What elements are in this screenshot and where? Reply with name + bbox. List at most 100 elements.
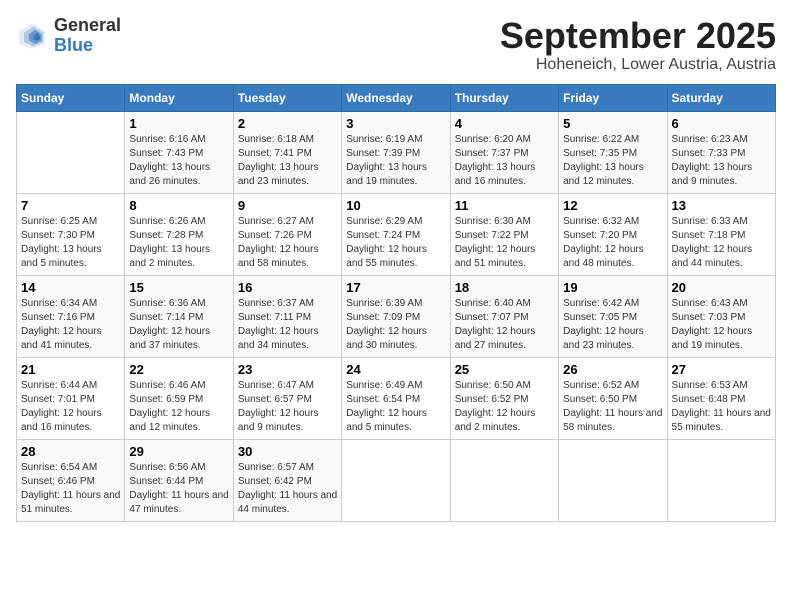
day-info: Sunrise: 6:16 AM Sunset: 7:43 PM Dayligh… bbox=[129, 133, 228, 189]
day-number: 28 bbox=[21, 444, 120, 459]
day-number: 30 bbox=[238, 444, 337, 459]
calendar-cell: 21 Sunrise: 6:44 AM Sunset: 7:01 PM Dayli… bbox=[17, 357, 125, 439]
day-number: 26 bbox=[563, 362, 662, 377]
day-info: Sunrise: 6:32 AM Sunset: 7:20 PM Dayligh… bbox=[563, 215, 662, 271]
day-info: Sunrise: 6:54 AM Sunset: 6:46 PM Dayligh… bbox=[21, 461, 120, 517]
calendar-cell bbox=[17, 111, 125, 193]
day-info: Sunrise: 6:52 AM Sunset: 6:50 PM Dayligh… bbox=[563, 379, 662, 435]
calendar-cell: 14 Sunrise: 6:34 AM Sunset: 7:16 PM Dayli… bbox=[17, 275, 125, 357]
day-info: Sunrise: 6:37 AM Sunset: 7:11 PM Dayligh… bbox=[238, 297, 337, 353]
header-tuesday: Tuesday bbox=[233, 84, 341, 111]
day-info: Sunrise: 6:30 AM Sunset: 7:22 PM Dayligh… bbox=[455, 215, 554, 271]
title-area: September 2025 Hoheneich, Lower Austria,… bbox=[500, 16, 776, 74]
calendar-cell: 3Sunrise: 6:19 AM Sunset: 7:39 PM Daylig… bbox=[342, 111, 450, 193]
logo: General Blue bbox=[16, 16, 121, 56]
day-info: Sunrise: 6:27 AM Sunset: 7:26 PM Dayligh… bbox=[238, 215, 337, 271]
calendar-cell: 23Sunrise: 6:47 AM Sunset: 6:57 PM Dayli… bbox=[233, 357, 341, 439]
day-number: 18 bbox=[455, 280, 554, 295]
calendar-cell: 26 Sunrise: 6:52 AM Sunset: 6:50 PM Dayli… bbox=[559, 357, 667, 439]
logo-general: General bbox=[54, 15, 121, 35]
logo-blue: Blue bbox=[54, 35, 93, 55]
day-number: 12 bbox=[563, 198, 662, 213]
calendar-cell: 10Sunrise: 6:29 AM Sunset: 7:24 PM Dayli… bbox=[342, 193, 450, 275]
day-info: Sunrise: 6:46 AM Sunset: 6:59 PM Dayligh… bbox=[129, 379, 228, 435]
calendar-week-3: 14 Sunrise: 6:34 AM Sunset: 7:16 PM Dayli… bbox=[17, 275, 776, 357]
calendar-cell: 17 Sunrise: 6:39 AM Sunset: 7:09 PM Dayli… bbox=[342, 275, 450, 357]
day-info: Sunrise: 6:25 AM Sunset: 7:30 PM Dayligh… bbox=[21, 215, 120, 271]
calendar-cell: 9 Sunrise: 6:27 AM Sunset: 7:26 PM Daylig… bbox=[233, 193, 341, 275]
calendar-cell: 5 Sunrise: 6:22 AM Sunset: 7:35 PM Daylig… bbox=[559, 111, 667, 193]
calendar-cell bbox=[450, 439, 558, 521]
day-info: Sunrise: 6:42 AM Sunset: 7:05 PM Dayligh… bbox=[563, 297, 662, 353]
calendar-cell: 25Sunrise: 6:50 AM Sunset: 6:52 PM Dayli… bbox=[450, 357, 558, 439]
day-number: 20 bbox=[672, 280, 771, 295]
day-info: Sunrise: 6:57 AM Sunset: 6:42 PM Dayligh… bbox=[238, 461, 337, 517]
day-info: Sunrise: 6:33 AM Sunset: 7:18 PM Dayligh… bbox=[672, 215, 771, 271]
calendar-cell: 15Sunrise: 6:36 AM Sunset: 7:14 PM Dayli… bbox=[125, 275, 233, 357]
day-info: Sunrise: 6:39 AM Sunset: 7:09 PM Dayligh… bbox=[346, 297, 445, 353]
day-info: Sunrise: 6:53 AM Sunset: 6:48 PM Dayligh… bbox=[672, 379, 771, 435]
day-number: 6 bbox=[672, 116, 771, 131]
calendar-cell bbox=[342, 439, 450, 521]
header-sunday: Sunday bbox=[17, 84, 125, 111]
header-saturday: Saturday bbox=[667, 84, 775, 111]
day-number: 24 bbox=[346, 362, 445, 377]
location-title: Hoheneich, Lower Austria, Austria bbox=[500, 56, 776, 74]
calendar-cell bbox=[559, 439, 667, 521]
logo-icon bbox=[16, 20, 48, 52]
day-number: 23 bbox=[238, 362, 337, 377]
day-info: Sunrise: 6:49 AM Sunset: 6:54 PM Dayligh… bbox=[346, 379, 445, 435]
calendar-cell: 18 Sunrise: 6:40 AM Sunset: 7:07 PM Dayli… bbox=[450, 275, 558, 357]
day-info: Sunrise: 6:20 AM Sunset: 7:37 PM Dayligh… bbox=[455, 133, 554, 189]
day-number: 21 bbox=[21, 362, 120, 377]
calendar-cell: 2Sunrise: 6:18 AM Sunset: 7:41 PM Daylig… bbox=[233, 111, 341, 193]
day-number: 14 bbox=[21, 280, 120, 295]
header-monday: Monday bbox=[125, 84, 233, 111]
day-info: Sunrise: 6:29 AM Sunset: 7:24 PM Dayligh… bbox=[346, 215, 445, 271]
calendar-table: Sunday Monday Tuesday Wednesday Thursday… bbox=[16, 84, 776, 522]
calendar-week-4: 21 Sunrise: 6:44 AM Sunset: 7:01 PM Dayli… bbox=[17, 357, 776, 439]
day-number: 5 bbox=[563, 116, 662, 131]
calendar-cell: 19 Sunrise: 6:42 AM Sunset: 7:05 PM Dayli… bbox=[559, 275, 667, 357]
calendar-cell: 22 Sunrise: 6:46 AM Sunset: 6:59 PM Dayli… bbox=[125, 357, 233, 439]
calendar-cell: 20Sunrise: 6:43 AM Sunset: 7:03 PM Dayli… bbox=[667, 275, 775, 357]
calendar-cell: 28 Sunrise: 6:54 AM Sunset: 6:46 PM Dayli… bbox=[17, 439, 125, 521]
calendar-cell: 4 Sunrise: 6:20 AM Sunset: 7:37 PM Daylig… bbox=[450, 111, 558, 193]
calendar-cell: 1 Sunrise: 6:16 AM Sunset: 7:43 PM Daylig… bbox=[125, 111, 233, 193]
day-number: 11 bbox=[455, 198, 554, 213]
day-info: Sunrise: 6:22 AM Sunset: 7:35 PM Dayligh… bbox=[563, 133, 662, 189]
day-info: Sunrise: 6:56 AM Sunset: 6:44 PM Dayligh… bbox=[129, 461, 228, 517]
day-info: Sunrise: 6:44 AM Sunset: 7:01 PM Dayligh… bbox=[21, 379, 120, 435]
calendar-cell: 29 Sunrise: 6:56 AM Sunset: 6:44 PM Dayli… bbox=[125, 439, 233, 521]
day-number: 17 bbox=[346, 280, 445, 295]
day-number: 9 bbox=[238, 198, 337, 213]
header-friday: Friday bbox=[559, 84, 667, 111]
day-number: 2 bbox=[238, 116, 337, 131]
day-number: 15 bbox=[129, 280, 228, 295]
calendar-cell: 12 Sunrise: 6:32 AM Sunset: 7:20 PM Dayli… bbox=[559, 193, 667, 275]
day-info: Sunrise: 6:19 AM Sunset: 7:39 PM Dayligh… bbox=[346, 133, 445, 189]
calendar-cell: 7Sunrise: 6:25 AM Sunset: 7:30 PM Daylig… bbox=[17, 193, 125, 275]
day-number: 4 bbox=[455, 116, 554, 131]
day-number: 29 bbox=[129, 444, 228, 459]
calendar-cell: 16 Sunrise: 6:37 AM Sunset: 7:11 PM Dayli… bbox=[233, 275, 341, 357]
header-thursday: Thursday bbox=[450, 84, 558, 111]
calendar-cell: 24 Sunrise: 6:49 AM Sunset: 6:54 PM Dayli… bbox=[342, 357, 450, 439]
day-info: Sunrise: 6:26 AM Sunset: 7:28 PM Dayligh… bbox=[129, 215, 228, 271]
logo-text: General Blue bbox=[54, 16, 121, 56]
calendar-week-2: 7Sunrise: 6:25 AM Sunset: 7:30 PM Daylig… bbox=[17, 193, 776, 275]
calendar-cell: 11 Sunrise: 6:30 AM Sunset: 7:22 PM Dayli… bbox=[450, 193, 558, 275]
day-number: 8 bbox=[129, 198, 228, 213]
day-number: 16 bbox=[238, 280, 337, 295]
calendar-cell: 13 Sunrise: 6:33 AM Sunset: 7:18 PM Dayli… bbox=[667, 193, 775, 275]
day-info: Sunrise: 6:40 AM Sunset: 7:07 PM Dayligh… bbox=[455, 297, 554, 353]
calendar-cell: 6Sunrise: 6:23 AM Sunset: 7:33 PM Daylig… bbox=[667, 111, 775, 193]
day-info: Sunrise: 6:34 AM Sunset: 7:16 PM Dayligh… bbox=[21, 297, 120, 353]
day-number: 22 bbox=[129, 362, 228, 377]
calendar-week-5: 28 Sunrise: 6:54 AM Sunset: 6:46 PM Dayli… bbox=[17, 439, 776, 521]
day-number: 13 bbox=[672, 198, 771, 213]
calendar-cell: 30 Sunrise: 6:57 AM Sunset: 6:42 PM Dayli… bbox=[233, 439, 341, 521]
day-number: 1 bbox=[129, 116, 228, 131]
page-header: General Blue September 2025 Hoheneich, L… bbox=[16, 16, 776, 74]
day-number: 19 bbox=[563, 280, 662, 295]
